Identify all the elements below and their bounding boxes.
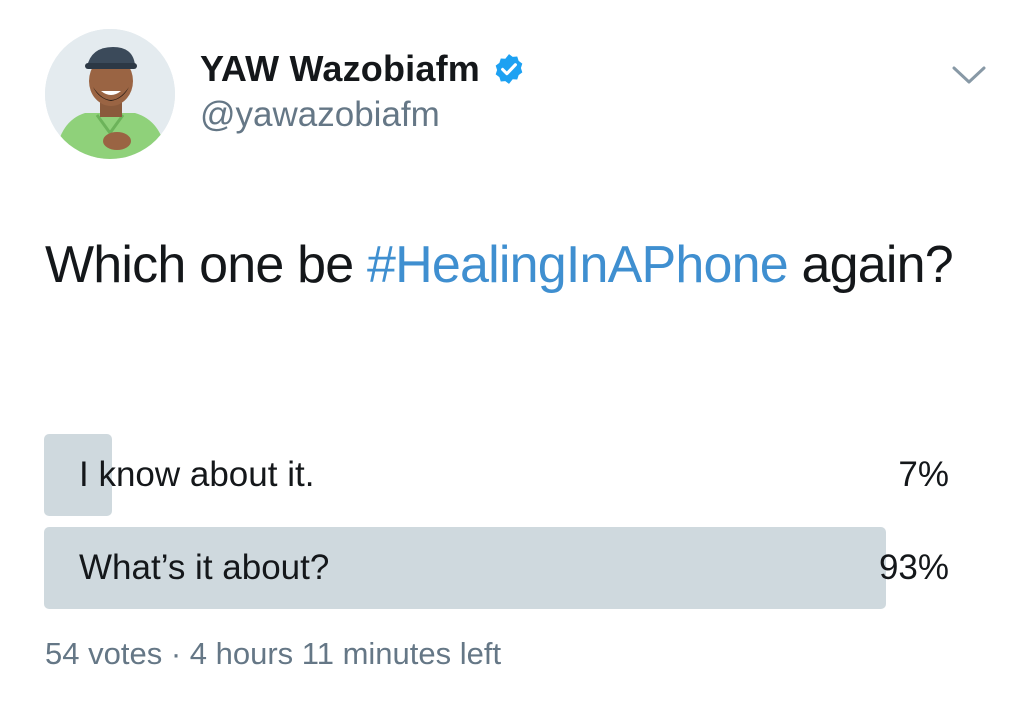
poll-option-percent: 7% [898, 455, 949, 494]
poll-option-label: What’s it about? [79, 548, 330, 587]
profile-photo [45, 29, 175, 159]
poll-meta: 54 votes · 4 hours 11 minutes left [45, 636, 501, 672]
verified-badge-icon [492, 52, 526, 86]
tweet-text-after: again? [787, 236, 954, 294]
avatar[interactable] [45, 29, 175, 159]
display-name[interactable]: YAW Wazobiafm [200, 48, 480, 90]
poll-option-1[interactable]: I know about it. 7% [44, 434, 949, 516]
poll-vote-count: 54 votes [45, 636, 163, 671]
user-handle[interactable]: @yawazobiafm [200, 95, 440, 135]
poll-option-label: I know about it. [79, 455, 315, 494]
poll-option-2[interactable]: What’s it about? 93% [44, 527, 949, 609]
poll-separator: · [170, 636, 182, 671]
tweet-text: Which one be #HealingInAPhone again? [45, 222, 985, 308]
user-name-row: YAW Wazobiafm [200, 46, 526, 92]
poll-time-left: 4 hours 11 minutes left [189, 636, 502, 671]
poll-option-percent: 93% [878, 548, 949, 587]
chevron-down-icon[interactable] [950, 62, 988, 88]
tweet-text-before: Which one be [45, 236, 368, 294]
hashtag-link[interactable]: #HealingInAPhone [367, 236, 789, 294]
